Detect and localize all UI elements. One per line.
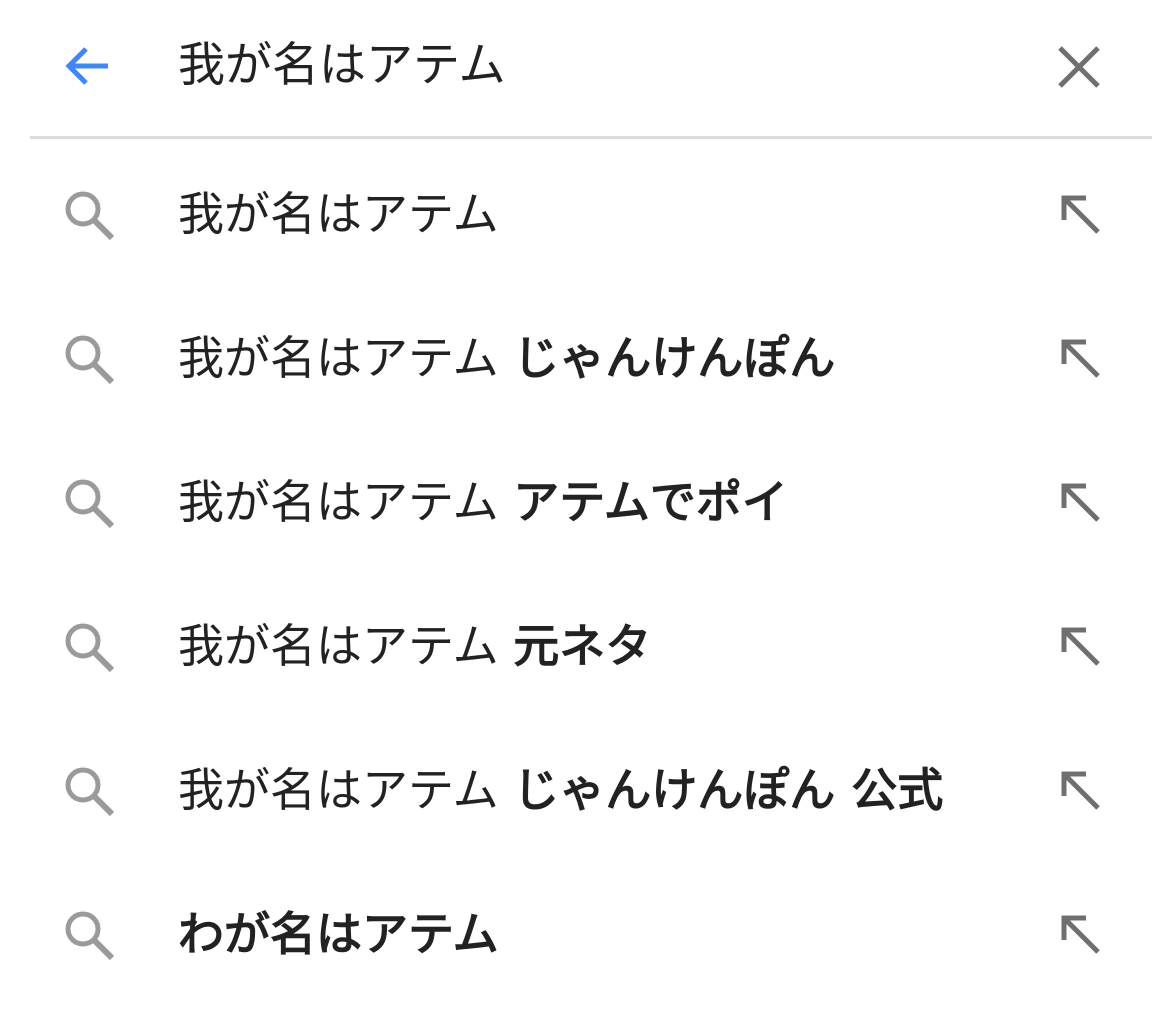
suggestion-item[interactable]: 我が名はアテム bbox=[0, 140, 1169, 284]
arrow-up-left-icon bbox=[1061, 483, 1100, 522]
fill-query-button[interactable] bbox=[1050, 328, 1110, 388]
suggestion-text: 我が名はアテム じゃんけんぽん 公式 bbox=[178, 758, 943, 822]
search-icon bbox=[60, 474, 118, 532]
suggestion-text: 我が名はアテム じゃんけんぽん bbox=[178, 326, 835, 390]
suggestion-completion: 元ネタ bbox=[513, 619, 652, 673]
arrow-up-left-icon bbox=[1061, 627, 1100, 666]
suggestion-completion: じゃんけんぽん bbox=[513, 331, 836, 385]
arrow-left-icon bbox=[65, 47, 108, 85]
search-header bbox=[0, 0, 1169, 137]
arrow-up-left-icon bbox=[1061, 195, 1100, 234]
search-icon bbox=[60, 330, 118, 388]
back-button[interactable] bbox=[52, 34, 122, 98]
fill-query-button[interactable] bbox=[1050, 472, 1110, 532]
suggestion-prefix: 我が名はアテム bbox=[178, 187, 499, 241]
suggestion-item[interactable]: 我が名はアテム じゃんけんぽん bbox=[0, 284, 1169, 428]
suggestion-prefix: 我が名はアテム bbox=[178, 763, 514, 817]
arrow-up-left-icon bbox=[1061, 339, 1100, 378]
fill-query-button[interactable] bbox=[1050, 616, 1110, 676]
divider bbox=[30, 136, 1152, 139]
clear-button[interactable] bbox=[1046, 34, 1112, 100]
suggestion-item[interactable]: わが名はアテム bbox=[0, 860, 1169, 1004]
suggestion-prefix: 我が名はアテム bbox=[178, 619, 514, 673]
suggestion-item[interactable]: 我が名はアテム 元ネタ bbox=[0, 572, 1169, 716]
search-icon bbox=[60, 762, 118, 820]
suggestion-text: 我が名はアテム bbox=[178, 182, 499, 246]
search-icon bbox=[60, 906, 118, 964]
suggestion-text: 我が名はアテム アテムでポイ bbox=[178, 470, 788, 534]
suggestion-completion: アテムでポイ bbox=[513, 475, 788, 529]
suggestion-completion: わが名はアテム bbox=[178, 907, 499, 961]
fill-query-button[interactable] bbox=[1050, 904, 1110, 964]
search-icon bbox=[60, 618, 118, 676]
search-input[interactable] bbox=[178, 30, 1018, 102]
close-icon bbox=[1058, 46, 1100, 88]
arrow-up-left-icon bbox=[1061, 771, 1100, 810]
suggestion-completion: じゃんけんぽん 公式 bbox=[513, 763, 944, 817]
search-icon bbox=[60, 186, 118, 244]
arrow-up-left-icon bbox=[1061, 915, 1100, 954]
fill-query-button[interactable] bbox=[1050, 760, 1110, 820]
suggestion-prefix: 我が名はアテム bbox=[178, 331, 514, 385]
suggestion-item[interactable]: 我が名はアテム じゃんけんぽん 公式 bbox=[0, 716, 1169, 860]
suggestion-prefix: 我が名はアテム bbox=[178, 475, 514, 529]
suggestion-text: わが名はアテム bbox=[178, 902, 499, 966]
suggestion-text: 我が名はアテム 元ネタ bbox=[178, 614, 651, 678]
suggestion-item[interactable]: 我が名はアテム アテムでポイ bbox=[0, 428, 1169, 572]
fill-query-button[interactable] bbox=[1050, 184, 1110, 244]
suggestion-list: 我が名はアテム 我が名はアテム じゃんけんぽん 我が名はアテム アテムでポイ 我… bbox=[0, 140, 1169, 1004]
